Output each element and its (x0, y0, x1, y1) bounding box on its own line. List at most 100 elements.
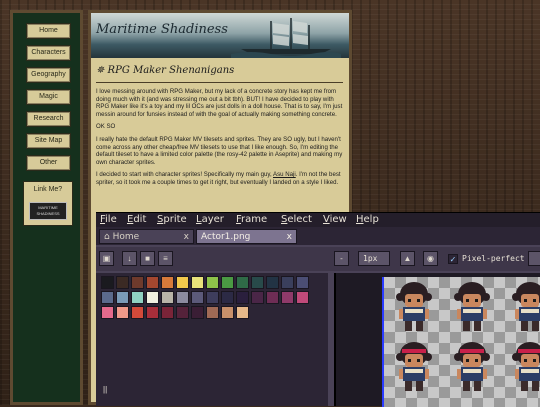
palette-swatch[interactable] (251, 276, 264, 289)
close-icon[interactable]: x (184, 230, 189, 244)
palette-swatch[interactable] (236, 276, 249, 289)
palette-swatch[interactable] (176, 276, 189, 289)
nav-item-other[interactable]: Other (26, 155, 71, 171)
palette-swatch[interactable] (221, 306, 234, 319)
close-icon[interactable]: x (287, 230, 292, 244)
post-divider (96, 82, 343, 83)
palette-swatch[interactable] (146, 291, 159, 304)
page-icon[interactable]: ■ (140, 251, 155, 266)
canvas-area (334, 273, 540, 407)
post-paragraph: I decided to start with character sprite… (96, 171, 343, 186)
palette-swatch[interactable] (131, 306, 144, 319)
palette-swatch[interactable] (176, 291, 189, 304)
color-palette: || (96, 273, 328, 406)
menu-layer[interactable]: Layer (196, 214, 224, 225)
tab-home[interactable]: ⌂ Home x (99, 229, 194, 244)
palette-swatch[interactable] (266, 276, 279, 289)
link-me-banner[interactable]: MARITIME SHADINESS (29, 202, 67, 220)
site-header-banner: Maritime Shadiness (91, 13, 349, 58)
nav-item-characters[interactable]: Characters (26, 45, 71, 61)
palette-swatch[interactable] (206, 291, 219, 304)
palette-swatch[interactable] (191, 291, 204, 304)
context-toolbar: ▣ ↓ ■ ≡ - 1px ▲ ◉ ✓ Pixel-perfect (96, 247, 540, 271)
palette-swatch[interactable] (161, 306, 174, 319)
character-sprite (512, 282, 540, 331)
palette-swatch[interactable] (116, 276, 129, 289)
palette-swatch[interactable] (161, 276, 174, 289)
menu-bar: File Edit Sprite Layer Frame Select View… (96, 213, 540, 227)
arrow-down-icon[interactable]: ↓ (122, 251, 137, 266)
post-text: I decided to start with character sprite… (96, 171, 274, 179)
menu-sprite[interactable]: Sprite (157, 214, 187, 225)
palette-swatch[interactable] (281, 276, 294, 289)
post-title: ✵ RPG Maker Shenanigans (96, 65, 235, 76)
palette-swatch[interactable] (221, 276, 234, 289)
menu-frame[interactable]: Frame (236, 214, 267, 225)
palette-swatch[interactable] (296, 276, 309, 289)
tab-home-label: Home (112, 232, 140, 242)
palette-swatch[interactable] (296, 291, 309, 304)
palette-swatch[interactable] (131, 291, 144, 304)
pixel-perfect-checkbox[interactable]: ✓ (448, 254, 458, 264)
aseprite-window: File Edit Sprite Layer Frame Select View… (96, 212, 540, 407)
palette-swatch[interactable] (116, 306, 129, 319)
site-sidebar: Home Characters Geography Magic Research… (10, 10, 83, 405)
link-me-box: Link Me? MARITIME SHADINESS (23, 181, 73, 226)
menu-edit[interactable]: Edit (127, 214, 146, 225)
tab-actor1-label: Actor1.png (201, 232, 251, 242)
brush-size-field[interactable]: 1px (358, 251, 390, 266)
menu-icon[interactable]: ≡ (158, 251, 173, 266)
home-icon: ⌂ (104, 232, 113, 242)
minus-button[interactable]: - (334, 251, 349, 266)
asu-naji-link[interactable]: Asu Naji (273, 171, 296, 178)
palette-swatch[interactable] (116, 291, 129, 304)
post-paragraph: OK SO (96, 123, 116, 131)
menu-select[interactable]: Select (281, 214, 312, 225)
palette-swatch[interactable] (206, 306, 219, 319)
link-me-label: Link Me? (33, 186, 63, 193)
palette-swatch[interactable] (266, 291, 279, 304)
target-icon[interactable]: ◉ (423, 251, 438, 266)
tab-actor1[interactable]: Actor1.png x (196, 229, 297, 244)
palette-swatch[interactable] (206, 276, 219, 289)
nav-item-research[interactable]: Research (26, 111, 71, 127)
post-paragraph: I love messing around with RPG Maker, bu… (96, 88, 343, 118)
palette-resize-handle[interactable]: || (103, 385, 107, 394)
lock-icon[interactable]: ▣ (99, 251, 114, 266)
post-body: I love messing around with RPG Maker, bu… (96, 88, 343, 192)
palette-swatch[interactable] (221, 291, 234, 304)
ship-illustration (231, 18, 341, 58)
nav-item-home[interactable]: Home (26, 23, 71, 39)
palette-swatch[interactable] (236, 306, 249, 319)
palette-swatch[interactable] (191, 306, 204, 319)
palette-swatch[interactable] (101, 276, 114, 289)
character-sprite (454, 342, 490, 391)
palette-swatch[interactable] (131, 276, 144, 289)
site-title: Maritime Shadiness (96, 22, 228, 37)
palette-swatch[interactable] (191, 276, 204, 289)
toolbar-button[interactable] (528, 251, 540, 266)
ink-icon[interactable]: ▲ (400, 251, 415, 266)
palette-swatch[interactable] (176, 306, 189, 319)
menu-view[interactable]: View (323, 214, 347, 225)
tab-bar: ⌂ Home x Actor1.png x (96, 227, 540, 245)
palette-swatch[interactable] (101, 306, 114, 319)
sprite-sheet-canvas[interactable] (382, 277, 540, 407)
palette-swatch[interactable] (146, 276, 159, 289)
character-sprite (396, 282, 432, 331)
palette-swatch[interactable] (251, 291, 264, 304)
nav-item-site-map[interactable]: Site Map (26, 133, 71, 149)
nav-item-geography[interactable]: Geography (26, 67, 71, 83)
character-sprite (454, 282, 490, 331)
palette-swatch[interactable] (281, 291, 294, 304)
pixel-perfect-label: Pixel-perfect (462, 254, 525, 263)
palette-swatch[interactable] (161, 291, 174, 304)
menu-file[interactable]: File (100, 214, 117, 225)
nav-item-magic[interactable]: Magic (26, 89, 71, 105)
character-sprite (512, 342, 540, 391)
menu-help[interactable]: Help (356, 214, 379, 225)
character-sprite (396, 342, 432, 391)
palette-swatch[interactable] (101, 291, 114, 304)
palette-swatch[interactable] (146, 306, 159, 319)
palette-swatch[interactable] (236, 291, 249, 304)
